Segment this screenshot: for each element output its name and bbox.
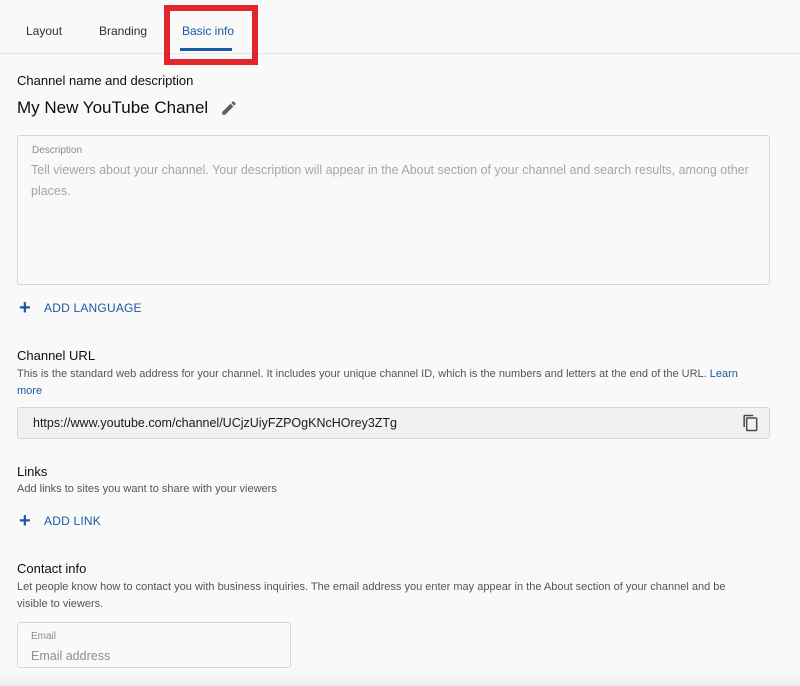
channel-customization-page: Layout Branding Basic info Channel name …	[0, 0, 800, 686]
channel-url-description-text: This is the standard web address for you…	[17, 368, 707, 380]
email-field: Email	[17, 622, 291, 668]
channel-url-field: https://www.youtube.com/channel/UCjzUiyF…	[17, 407, 770, 439]
plus-icon: +	[19, 297, 31, 319]
add-language-label: ADD LANGUAGE	[44, 301, 142, 315]
links-title: Links	[17, 464, 48, 479]
channel-name: My New YouTube Chanel	[17, 98, 209, 117]
tab-layout[interactable]: Layout	[26, 24, 62, 38]
add-link-label: ADD LINK	[44, 514, 101, 528]
add-language-button[interactable]: + ADD LANGUAGE	[19, 297, 142, 319]
channel-url-value: https://www.youtube.com/channel/UCjzUiyF…	[33, 416, 398, 430]
channel-url-title: Channel URL	[17, 348, 96, 363]
channel-name-section-title: Channel name and description	[17, 73, 194, 88]
highlight-annotation-box	[164, 5, 258, 65]
add-link-button[interactable]: + ADD LINK	[19, 510, 101, 532]
tab-branding[interactable]: Branding	[99, 24, 147, 38]
pencil-icon[interactable]	[220, 99, 238, 117]
email-input[interactable]	[31, 647, 276, 665]
description-field: Description	[17, 135, 770, 285]
plus-icon: +	[19, 510, 31, 532]
bottom-edge-shadow	[0, 674, 800, 686]
description-input[interactable]	[31, 160, 761, 278]
copy-icon[interactable]	[740, 413, 760, 433]
description-label: Description	[32, 145, 83, 156]
contact-info-title: Contact info	[17, 561, 87, 576]
links-description: Add links to sites you want to share wit…	[17, 483, 277, 495]
contact-info-description: Let people know how to contact you with …	[17, 581, 726, 610]
tab-bar: Layout Branding Basic info	[0, 0, 800, 54]
email-label: Email	[31, 631, 57, 642]
channel-url-description: This is the standard web address for you…	[17, 366, 757, 400]
